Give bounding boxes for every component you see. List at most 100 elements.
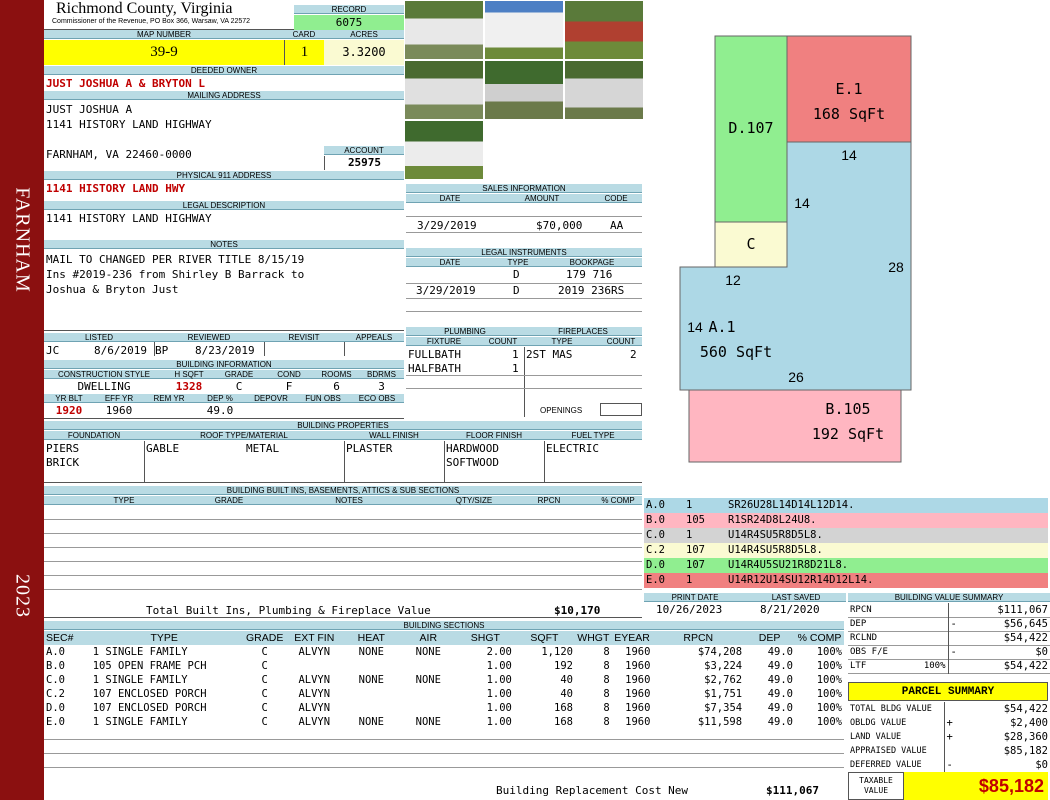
house-photo-4[interactable] — [484, 60, 564, 120]
fuel-type: ELECTRIC — [546, 442, 599, 455]
house-photo-2[interactable] — [484, 0, 564, 60]
foundation-2: BRICK — [46, 456, 80, 469]
rooms-header: ROOMS — [314, 370, 359, 379]
notes-line-1: MAIL TO CHANGED PER RIVER TITLE 8/15/19 — [46, 253, 305, 266]
revisit-label: REVISIT — [264, 333, 344, 342]
value-summary-pct — [908, 603, 948, 617]
section-sqft: 168 — [554, 702, 573, 714]
section-type: 107 ENCLOSED PORCH — [92, 702, 207, 714]
section-eyear: 1960 — [625, 674, 651, 686]
sketch-label-a: A.1 — [708, 318, 735, 336]
builtins-comp-header: % COMP — [594, 496, 642, 505]
plumbing-count: 1 — [512, 348, 519, 361]
section-air — [400, 659, 457, 673]
section-comp: 100% — [816, 646, 842, 658]
roof-type: GABLE — [146, 442, 180, 455]
plumbing-fixture: FULLBATH — [408, 348, 461, 361]
sketch-dim: 14 — [687, 319, 703, 335]
building-sections-table: SEC# TYPE GRADE EXT FIN HEAT AIR SHGT SQ… — [44, 631, 844, 729]
construction-style-value: DWELLING — [77, 380, 131, 393]
ecoobs-header: ECO OBS — [350, 394, 404, 403]
instruments-table: D 179 716 3/29/2019 D 2019 236RS — [406, 268, 642, 298]
record-value: 6075 — [294, 15, 404, 30]
section-ext: ALVYN — [298, 688, 331, 700]
value-summary-key: RCLND — [850, 633, 878, 643]
grade-value: C — [235, 380, 243, 393]
notes: MAIL TO CHANGED PER RIVER TITLE 8/15/19 … — [46, 252, 304, 297]
appeals-label: APPEALS — [344, 333, 404, 342]
section-whgt: 8 — [603, 688, 610, 700]
building-properties-label: BUILDING PROPERTIES — [44, 421, 642, 430]
section-sqft: 40 — [560, 688, 573, 700]
section-whgt: 8 — [603, 716, 610, 728]
physical-address-value: 1141 HISTORY LAND HWY — [46, 182, 186, 195]
instr-date: 3/29/2019 — [416, 284, 476, 297]
shed-photo[interactable] — [564, 0, 644, 60]
physical-address-label: PHYSICAL 911 ADDRESS — [44, 171, 404, 180]
section-air — [400, 701, 457, 715]
commissioner-address: Commissioner of the Revenue, PO Box 366,… — [52, 18, 251, 25]
parcel-summary-table: TOTAL BLDG VALUE $54,422 OBLDG VALUE + $2,40… — [848, 702, 1050, 772]
plumb-count-header: COUNT — [482, 337, 524, 346]
section-rpcn: $7,354 — [704, 702, 743, 714]
mailing-address-label: MAILING ADDRESS — [44, 91, 404, 100]
section-dep: 49.0 — [767, 702, 794, 714]
house-photo-6[interactable] — [404, 120, 484, 180]
construction-style-header: CONSTRUCTION STYLE — [44, 370, 164, 379]
builtins-total-label: Total Built Ins, Plumbing & Fireplace Va… — [146, 604, 431, 617]
section-comp: 100% — [816, 702, 842, 714]
instr-date-header: DATE — [406, 258, 494, 267]
value-summary-sign: - — [947, 617, 960, 631]
section-sec: C.0 — [46, 674, 65, 686]
parcel-summary-value: $28,360 — [1003, 731, 1048, 743]
sketch-area-b: 192 SqFt — [812, 425, 884, 443]
house-photo-1[interactable] — [404, 0, 484, 60]
house-photo-3[interactable] — [404, 60, 484, 120]
wall-header: WALL FINISH — [344, 431, 444, 440]
value-summary-value: $54,422 — [1003, 632, 1048, 644]
value-summary-value: $56,645 — [1003, 618, 1048, 630]
section-whgt: 8 — [603, 674, 610, 686]
building-sketch: D.107 E.1 168 SqFt C A.1 560 SqFt B.105 … — [679, 35, 912, 463]
map-number-value: 39-9 — [44, 40, 284, 65]
sketch-label-e: E.1 — [835, 80, 862, 98]
value-summary-key: RPCN — [850, 604, 872, 615]
section-ext: ALVYN — [298, 702, 331, 714]
section-ext: ALVYN — [298, 716, 331, 728]
sections-header-row: SEC# TYPE GRADE EXT FIN HEAT AIR SHGT SQ… — [44, 631, 844, 645]
replacement-cost-value: $111,067 — [766, 784, 819, 797]
value-summary-table: RPCN $111,067 DEP - $56,645 RCLND $54,422 OBS F… — [848, 603, 1050, 674]
section-sqft: 1,120 — [541, 646, 573, 658]
fixture-header: FIXTURE — [406, 337, 482, 346]
section-rpcn: $3,224 — [704, 660, 743, 672]
yrblt-value: 1920 — [55, 404, 83, 417]
reviewed-by: BP — [155, 344, 169, 357]
section-shgt: 2.00 — [486, 646, 512, 658]
section-air: NONE — [415, 674, 441, 686]
house-photo-5[interactable] — [564, 60, 644, 120]
section-eyear: 1960 — [625, 660, 651, 672]
fuel-header: FUEL TYPE — [544, 431, 642, 440]
fp-type-header: TYPE — [524, 337, 600, 346]
sketch-area-a: 560 SqFt — [700, 343, 772, 361]
county-header: Richmond County, Virginia Commissioner o… — [44, 0, 294, 30]
dep-value: 49.0 — [206, 404, 234, 417]
instr-book: 179 716 — [566, 268, 613, 281]
legal-description-label: LEGAL DESCRIPTION — [44, 201, 404, 210]
section-sec: C.2 — [46, 688, 65, 700]
listed-label: LISTED — [44, 333, 154, 342]
sketch-dim: 12 — [725, 272, 741, 288]
effyr-header: EFF YR — [94, 394, 144, 403]
openings-label: OPENINGS — [540, 406, 583, 415]
section-rpcn: $11,598 — [697, 716, 743, 728]
parcel-summary-row: APPRAISED VALUE $85,182 — [848, 744, 1050, 758]
parcel-summary-label: PARCEL SUMMARY — [848, 682, 1048, 701]
section-dep: 49.0 — [767, 688, 794, 700]
section-row: C.0 1 SINGLE FAMILY C ALVYN NONE NONE 1.00 40 8 1… — [44, 673, 844, 687]
depovr-header: DEPOVR — [246, 394, 296, 403]
sidebar: FARNHAM 2023 — [0, 0, 44, 800]
section-sec: E.0 — [46, 716, 65, 728]
floor-2: SOFTWOOD — [446, 456, 499, 469]
value-summary-value: $54,422 — [1003, 660, 1048, 672]
sales-date: 3/29/2019 — [417, 219, 477, 232]
